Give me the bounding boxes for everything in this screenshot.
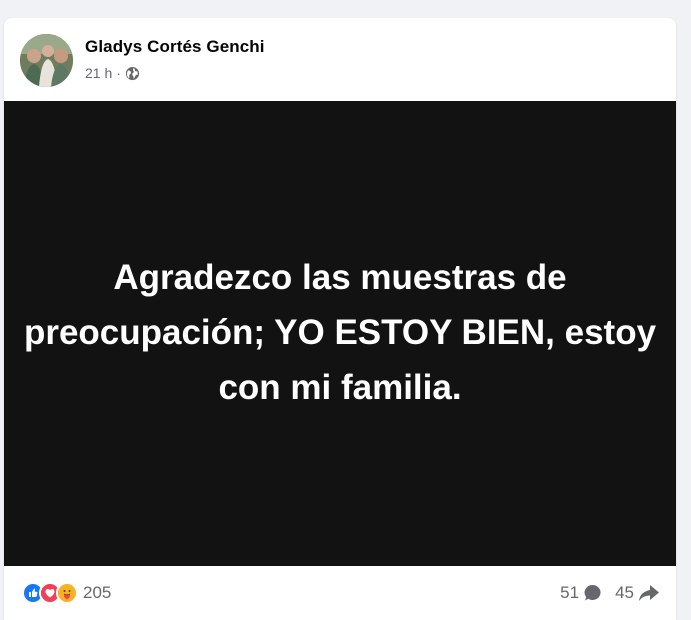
post-image-text: Agradezco las muestras de preocupación; …	[23, 258, 657, 407]
share-stat[interactable]: 45	[615, 583, 660, 603]
comment-stat[interactable]: 51	[560, 583, 603, 603]
post-card: Gladys Cortés Genchi 21 h · Agradezco la…	[4, 18, 676, 620]
meta-separator: ·	[116, 65, 121, 81]
reaction-count: 205	[83, 583, 112, 602]
globe-icon[interactable]	[125, 66, 140, 81]
share-icon	[639, 585, 659, 601]
share-count: 45	[615, 583, 634, 602]
post-stats: 51 45	[560, 583, 660, 603]
author-avatar[interactable]	[20, 34, 73, 87]
comment-icon	[584, 584, 601, 601]
post-footer: 205 51 45	[4, 566, 676, 620]
care-icon	[56, 582, 78, 604]
post-meta: 21 h ·	[85, 64, 140, 82]
comment-count: 51	[560, 583, 580, 602]
post-header: Gladys Cortés Genchi 21 h ·	[4, 18, 676, 100]
author-name[interactable]: Gladys Cortés Genchi	[85, 37, 265, 57]
post-image[interactable]: Agradezco las muestras de preocupación; …	[4, 101, 676, 566]
reactions-summary[interactable]: 205	[22, 582, 111, 604]
post-time[interactable]: 21 h	[85, 65, 112, 81]
